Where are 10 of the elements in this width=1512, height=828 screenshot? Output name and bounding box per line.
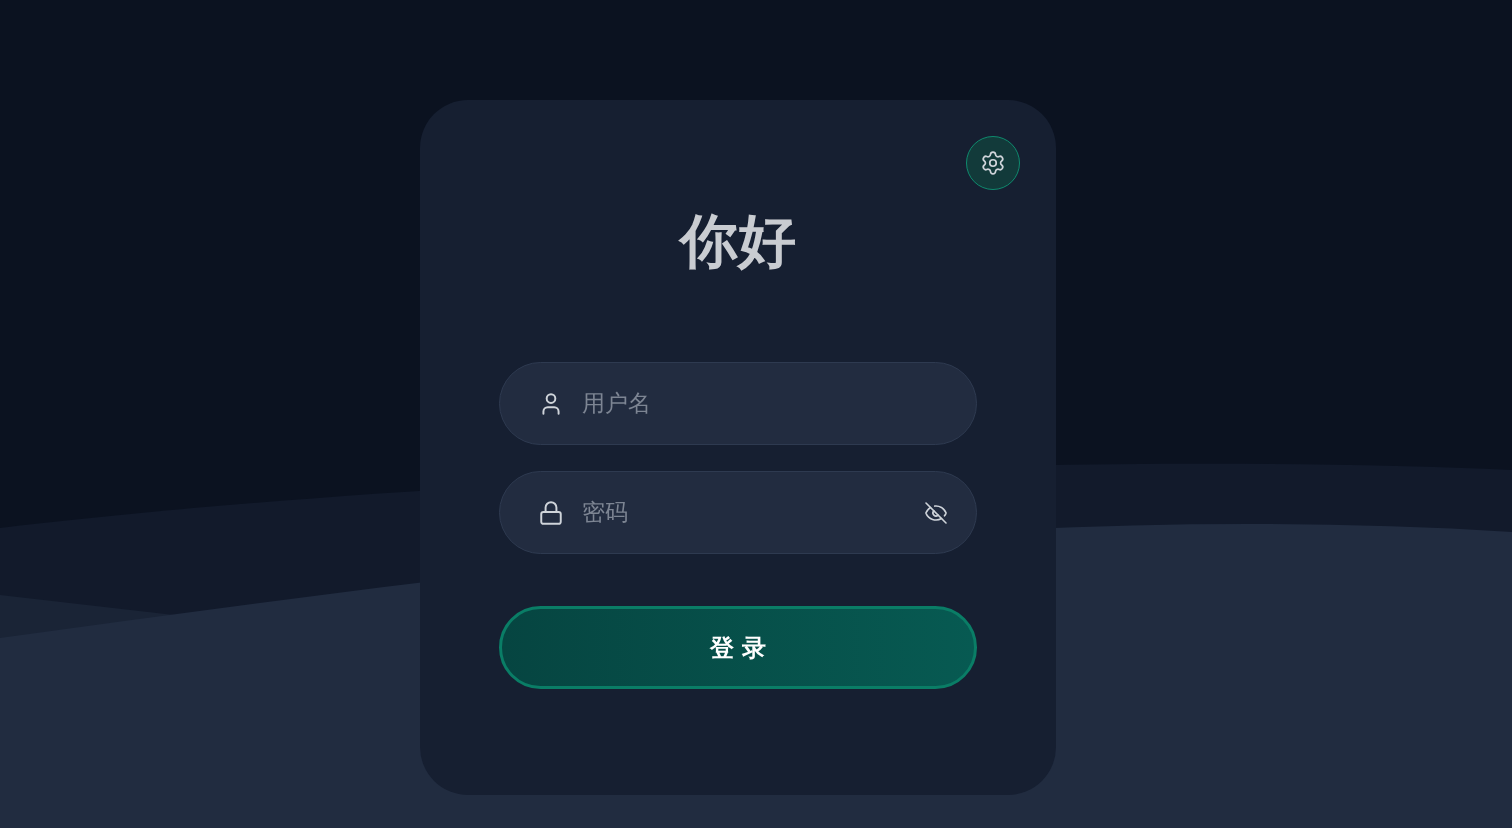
settings-icon	[980, 150, 1006, 176]
eye-off-icon[interactable]	[924, 500, 948, 525]
username-input[interactable]: 用户名	[582, 386, 938, 421]
password-field[interactable]: 密码	[499, 471, 977, 554]
login-button[interactable]: 登 录	[499, 606, 977, 689]
greeting-title: 你好	[680, 212, 796, 270]
lock-icon	[538, 499, 564, 526]
password-input[interactable]: 密码	[582, 495, 906, 530]
settings-button[interactable]	[966, 136, 1020, 190]
username-field[interactable]: 用户名	[499, 362, 977, 445]
